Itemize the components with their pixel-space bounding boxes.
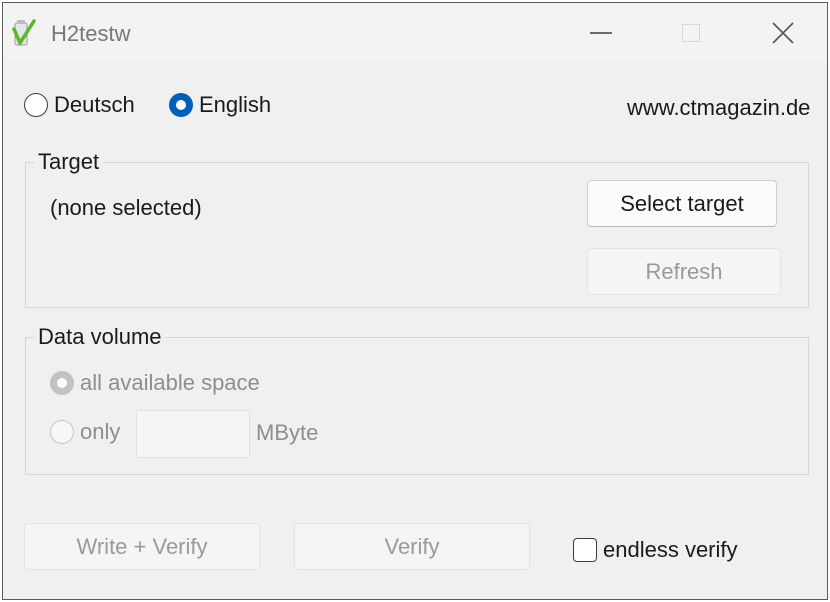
radio-only[interactable]: only xyxy=(50,419,120,445)
endless-verify-checkbox[interactable]: endless verify xyxy=(573,537,738,563)
app-window: H2testw Deutsch English www.ctmagazin.de… xyxy=(2,2,828,600)
close-icon xyxy=(772,22,794,44)
radio-only-indicator[interactable] xyxy=(50,420,74,444)
radio-deutsch[interactable]: Deutsch xyxy=(24,92,135,118)
radio-english[interactable]: English xyxy=(169,92,271,118)
mbyte-input[interactable] xyxy=(136,410,250,458)
verify-button[interactable]: Verify xyxy=(294,523,530,570)
endless-verify-label: endless verify xyxy=(603,537,738,562)
target-group: Target (none selected) Select target Ref… xyxy=(25,150,809,308)
title-bar[interactable]: H2testw xyxy=(3,3,827,61)
data-volume-group-title: Data volume xyxy=(34,325,166,349)
select-target-button[interactable]: Select target xyxy=(587,180,777,227)
website-link[interactable]: www.ctmagazin.de xyxy=(627,95,810,121)
maximize-button[interactable] xyxy=(669,13,713,53)
radio-all-space[interactable]: all available space xyxy=(50,370,260,396)
minimize-icon xyxy=(590,32,612,34)
radio-only-label: only xyxy=(80,419,121,444)
target-group-title: Target xyxy=(34,150,104,174)
radio-english-indicator[interactable] xyxy=(169,93,193,117)
endless-verify-checkbox-box[interactable] xyxy=(573,538,597,562)
h2testw-app-icon xyxy=(12,19,36,46)
window-title: H2testw xyxy=(51,21,131,46)
minimize-button[interactable] xyxy=(579,13,623,53)
maximize-icon xyxy=(682,24,700,42)
refresh-button[interactable]: Refresh xyxy=(587,248,781,295)
target-value: (none selected) xyxy=(50,195,202,220)
radio-deutsch-label: Deutsch xyxy=(54,92,135,117)
close-button[interactable] xyxy=(761,13,805,53)
data-volume-group: Data volume all available space only MBy… xyxy=(25,325,809,475)
radio-deutsch-indicator[interactable] xyxy=(24,93,48,117)
write-verify-button[interactable]: Write + Verify xyxy=(24,523,260,570)
radio-all-space-indicator[interactable] xyxy=(50,371,74,395)
radio-all-space-label: all available space xyxy=(80,370,260,395)
radio-english-label: English xyxy=(199,92,272,117)
mbyte-unit-label: MByte xyxy=(256,420,319,445)
